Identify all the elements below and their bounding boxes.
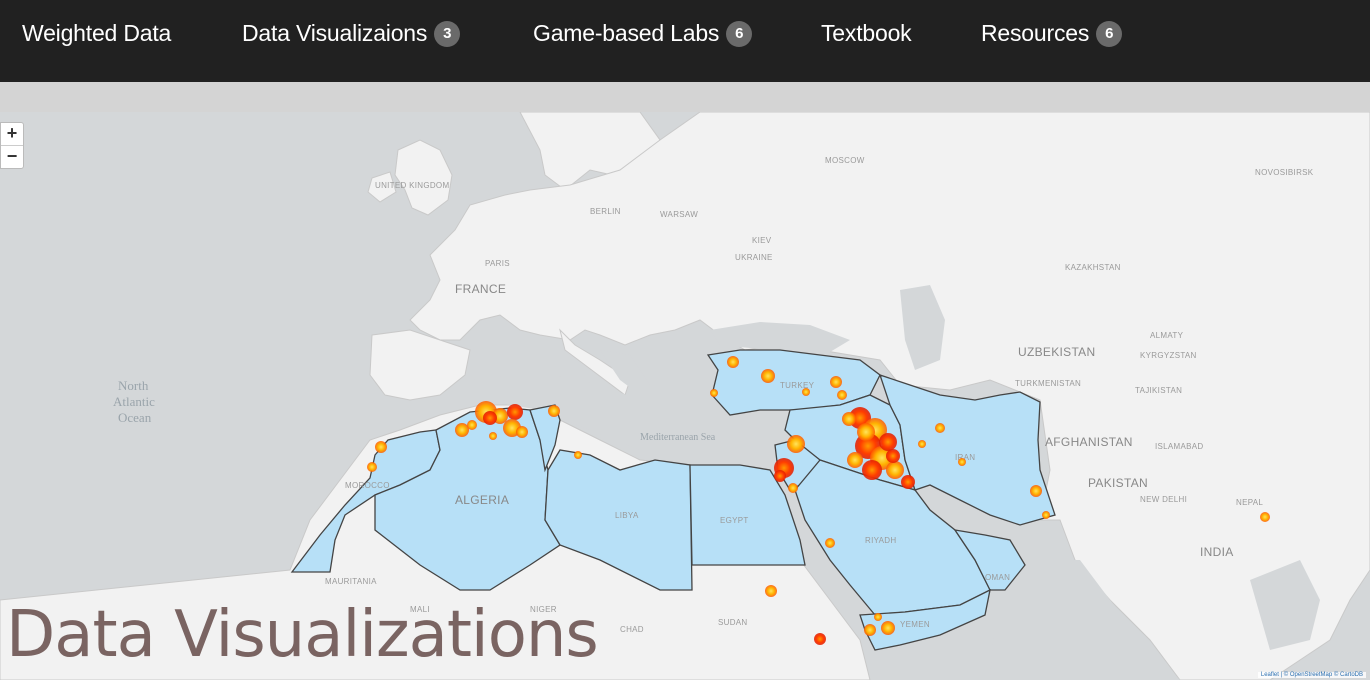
label-oman: OMAN <box>985 573 1010 582</box>
label-turkmenistan: TURKMENISTAN <box>1015 379 1081 388</box>
label-new-delhi: NEW DELHI <box>1140 495 1187 504</box>
label-north: North <box>118 378 149 393</box>
hotspot-marker[interactable] <box>483 411 497 425</box>
label-france: FRANCE <box>455 282 506 296</box>
hotspot-marker[interactable] <box>1260 512 1270 522</box>
hotspot-marker[interactable] <box>765 585 777 597</box>
hotspot-marker[interactable] <box>774 470 786 482</box>
hotspot-marker[interactable] <box>710 389 718 397</box>
label-tajikistan: TAJIKISTAN <box>1135 386 1182 395</box>
hotspot-marker[interactable] <box>574 451 582 459</box>
zoom-in-button[interactable]: + <box>1 123 23 145</box>
label-egypt: EGYPT <box>720 516 749 525</box>
label-india: INDIA <box>1200 545 1234 559</box>
label-yemen: YEMEN <box>900 620 930 629</box>
nav-data-visualizations-badge: 3 <box>434 20 461 47</box>
hotspot-marker[interactable] <box>874 613 882 621</box>
map-attribution[interactable]: Leaflet | © OpenStreetMap © CartoDB <box>1257 672 1366 678</box>
hotspot-marker[interactable] <box>489 432 497 440</box>
label-nepal: NEPAL <box>1236 498 1263 507</box>
label-mediterranean: Mediterranean Sea <box>640 432 716 443</box>
label-kyrgyzstan: KYRGYZSTAN <box>1140 351 1197 360</box>
hotspot-marker[interactable] <box>787 435 805 453</box>
label-united-kingdom: UNITED KINGDOM <box>375 181 449 190</box>
hotspot-marker[interactable] <box>842 412 856 426</box>
label-warsaw: WARSAW <box>660 210 698 219</box>
label-algeria: ALGERIA <box>455 493 509 507</box>
label-chad: CHAD <box>620 625 644 634</box>
hotspot-marker[interactable] <box>455 423 469 437</box>
label-riyadh: RIYADH <box>865 536 896 545</box>
hotspot-marker[interactable] <box>367 462 377 472</box>
label-islamabad: ISLAMABAD <box>1155 442 1204 451</box>
hotspot-marker[interactable] <box>862 460 882 480</box>
zoom-out-button[interactable]: − <box>1 145 23 168</box>
header-spacer <box>0 82 1370 112</box>
label-sudan: SUDAN <box>718 618 748 627</box>
land-layer <box>0 112 1370 680</box>
nav-data-visualizations[interactable]: Data Visualizaions 3 <box>242 20 461 47</box>
hotspot-marker[interactable] <box>375 441 387 453</box>
hotspot-marker[interactable] <box>548 405 560 417</box>
hotspot-marker[interactable] <box>837 390 847 400</box>
nav-weighted-data[interactable]: Weighted Data <box>22 20 171 47</box>
hotspot-marker[interactable] <box>802 388 810 396</box>
top-navbar: Weighted Data Data Visualizaions 3 Game-… <box>0 0 1370 82</box>
nav-game-based-labs-badge: 6 <box>726 20 753 47</box>
hotspot-marker[interactable] <box>918 440 926 448</box>
page-title: Data Visualizations <box>6 598 599 672</box>
hotspot-marker[interactable] <box>847 452 863 468</box>
hotspot-marker[interactable] <box>516 426 528 438</box>
hotspot-marker[interactable] <box>467 420 477 430</box>
label-turkey: TURKEY <box>780 381 815 390</box>
hotspot-marker[interactable] <box>830 376 842 388</box>
label-moscow: MOSCOW <box>825 156 865 165</box>
hotspot-marker[interactable] <box>814 633 826 645</box>
nav-textbook[interactable]: Textbook <box>821 20 912 47</box>
hotspot-marker[interactable] <box>1030 485 1042 497</box>
hotspot-marker[interactable] <box>825 538 835 548</box>
label-atlantic: Atlantic <box>113 394 155 409</box>
zoom-control: + − <box>0 122 24 169</box>
label-almaty: ALMATY <box>1150 331 1184 340</box>
hotspot-marker[interactable] <box>881 621 895 635</box>
label-berlin: BERLIN <box>590 207 621 216</box>
nav-textbook-label: Textbook <box>821 20 912 46</box>
label-mauritania: MAURITANIA <box>325 577 377 586</box>
hotspot-marker[interactable] <box>935 423 945 433</box>
hotspot-marker[interactable] <box>1042 511 1050 519</box>
nav-game-based-labs-label: Game-based Labs <box>533 20 720 46</box>
label-pakistan: PAKISTAN <box>1088 476 1148 490</box>
label-kiev: KIEV <box>752 236 772 245</box>
hotspot-marker[interactable] <box>761 369 775 383</box>
hotspot-marker[interactable] <box>886 449 900 463</box>
hotspot-marker[interactable] <box>727 356 739 368</box>
hotspot-marker[interactable] <box>879 433 897 451</box>
nav-weighted-data-label: Weighted Data <box>22 20 172 46</box>
hotspot-marker[interactable] <box>886 461 904 479</box>
hotspot-marker[interactable] <box>864 624 876 636</box>
nav-resources-badge: 6 <box>1096 20 1123 47</box>
nav-data-visualizations-label: Data Visualizaions <box>242 20 428 46</box>
label-afghanistan: AFGHANISTAN <box>1045 435 1133 449</box>
nav-game-based-labs[interactable]: Game-based Labs 6 <box>533 20 753 47</box>
hotspot-marker[interactable] <box>901 475 915 489</box>
label-novosibirsk: NOVOSIBIRSK <box>1255 168 1314 177</box>
label-ukraine: UKRAINE <box>735 253 773 262</box>
label-libya: LIBYA <box>615 511 639 520</box>
label-paris: PARIS <box>485 259 510 268</box>
map-canvas[interactable]: UNITED KINGDOM FRANCE UKRAINE KAZAKHSTAN… <box>0 112 1370 680</box>
hotspot-marker[interactable] <box>507 404 523 420</box>
nav-resources-label: Resources <box>981 20 1090 46</box>
label-uzbekistan: UZBEKISTAN <box>1018 345 1095 359</box>
label-kazakhstan: KAZAKHSTAN <box>1065 263 1121 272</box>
hotspot-marker[interactable] <box>958 458 966 466</box>
hotspot-marker[interactable] <box>857 423 875 441</box>
hotspot-marker[interactable] <box>788 483 798 493</box>
nav-resources[interactable]: Resources 6 <box>981 20 1123 47</box>
label-morocco: MOROCCO <box>345 481 390 490</box>
label-ocean: Ocean <box>118 410 152 425</box>
map-view[interactable]: UNITED KINGDOM FRANCE UKRAINE KAZAKHSTAN… <box>0 112 1370 680</box>
